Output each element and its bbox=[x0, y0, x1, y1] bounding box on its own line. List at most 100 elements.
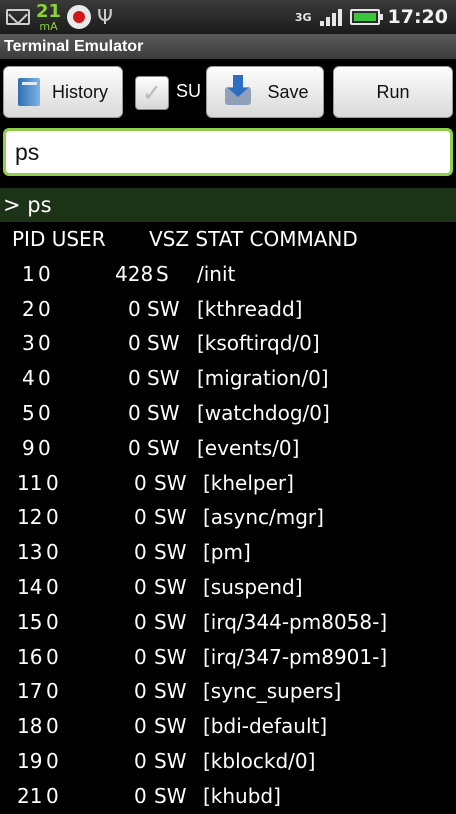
status-bar-left: 21 mA Ψ bbox=[6, 2, 113, 32]
process-stat: SW bbox=[147, 296, 180, 321]
process-vsz: 0 bbox=[128, 400, 141, 425]
terminal-output[interactable]: PID USER VSZ STAT COMMAND 1 0 428 S/init 2 0 0… bbox=[0, 222, 456, 814]
process-command: [migration/0] bbox=[197, 366, 329, 391]
output-row: 11 0 0 SW [khelper] bbox=[0, 466, 456, 501]
battery-icon bbox=[349, 9, 383, 25]
process-user: 0 bbox=[46, 644, 59, 669]
process-stat: SW bbox=[154, 783, 187, 808]
process-vsz: 428 bbox=[115, 261, 154, 286]
su-checkbox[interactable]: ✓ bbox=[135, 76, 169, 110]
charge-indicator: 21 mA bbox=[36, 0, 62, 33]
history-button[interactable]: History bbox=[3, 66, 123, 118]
process-user: 0 bbox=[46, 505, 59, 530]
title-bar: Terminal Emulator bbox=[0, 34, 456, 59]
process-pid: 9 bbox=[22, 435, 35, 460]
process-user: 0 bbox=[46, 470, 59, 495]
process-pid: 17 bbox=[17, 679, 43, 704]
process-command: [sync_supers] bbox=[203, 679, 342, 704]
output-row: 18 0 0 SW [bdi-default] bbox=[0, 709, 456, 744]
process-user: 0 bbox=[46, 540, 59, 565]
process-command: [async/mgr] bbox=[203, 505, 324, 530]
process-vsz: 0 bbox=[134, 714, 147, 739]
header-vsz-stat-command: VSZ STAT COMMAND bbox=[149, 227, 358, 251]
process-pid: 16 bbox=[17, 644, 43, 669]
process-vsz: 0 bbox=[134, 540, 147, 565]
process-stat: SW bbox=[154, 644, 187, 669]
history-button-label: History bbox=[51, 81, 108, 102]
process-command: [bdi-default] bbox=[203, 714, 328, 739]
record-icon bbox=[67, 5, 92, 29]
mail-icon bbox=[6, 9, 30, 25]
process-vsz: 0 bbox=[128, 296, 141, 321]
process-vsz: 0 bbox=[134, 574, 147, 599]
process-pid: 12 bbox=[17, 505, 43, 530]
process-stat: SW bbox=[147, 435, 180, 460]
save-button[interactable]: Save bbox=[206, 66, 324, 118]
run-button[interactable]: Run bbox=[333, 66, 453, 118]
output-row: 21 0 0 SW [khubd] bbox=[0, 779, 456, 814]
process-command: [irq/347-pm8901-] bbox=[203, 644, 388, 669]
process-vsz: 0 bbox=[134, 505, 147, 530]
process-stat: SW bbox=[154, 574, 187, 599]
process-user: 0 bbox=[46, 748, 59, 773]
process-command: [irq/344-pm8058-] bbox=[203, 609, 388, 634]
process-stat: SW bbox=[154, 714, 187, 739]
process-vsz: 0 bbox=[134, 783, 147, 808]
usb-icon: Ψ bbox=[97, 5, 113, 29]
output-row: 14 0 0 SW [suspend] bbox=[0, 570, 456, 605]
process-pid: 21 bbox=[17, 783, 43, 808]
process-vsz: 0 bbox=[134, 470, 147, 495]
process-vsz: 0 bbox=[128, 366, 141, 391]
process-stat: SW bbox=[154, 748, 187, 773]
process-stat: SW bbox=[154, 470, 187, 495]
process-command: [pm] bbox=[203, 540, 251, 565]
process-stat: SW bbox=[147, 400, 180, 425]
process-pid: 19 bbox=[17, 748, 43, 773]
process-command: [khelper] bbox=[203, 470, 294, 495]
status-bar-right: 3G 17:20 bbox=[295, 2, 448, 32]
process-user: 0 bbox=[46, 609, 59, 634]
output-row: 5 0 0 SW [watchdog/0] bbox=[0, 396, 456, 431]
process-command: [watchdog/0] bbox=[197, 400, 330, 425]
book-icon bbox=[17, 78, 40, 106]
charge-value: 21 bbox=[36, 0, 62, 22]
prompt-text: > ps bbox=[3, 193, 52, 217]
toolbar: History ✓ SU Save Run bbox=[0, 59, 456, 124]
output-row: 17 0 0 SW [sync_supers] bbox=[0, 674, 456, 709]
process-user: 0 bbox=[38, 435, 51, 460]
output-row: 12 0 0 SW [async/mgr] bbox=[0, 500, 456, 535]
process-user: 0 bbox=[46, 574, 59, 599]
process-user: 0 bbox=[38, 296, 51, 321]
process-pid: 4 bbox=[22, 366, 35, 391]
output-row: 3 0 0 SW [ksoftirqd/0] bbox=[0, 326, 456, 361]
app-title: Terminal Emulator bbox=[4, 37, 144, 55]
process-stat: SW bbox=[154, 540, 187, 565]
process-command: [ksoftirqd/0] bbox=[197, 331, 320, 356]
process-vsz: 0 bbox=[128, 331, 141, 356]
process-pid: 3 bbox=[22, 331, 35, 356]
process-pid: 11 bbox=[17, 470, 43, 495]
process-stat: SW bbox=[154, 609, 187, 634]
output-row: 2 0 0 SW [kthreadd] bbox=[0, 292, 456, 327]
process-stat: SW bbox=[154, 505, 187, 530]
output-row: 16 0 0 SW [irq/347-pm8901-] bbox=[0, 640, 456, 675]
process-user: 0 bbox=[46, 783, 59, 808]
process-command: /init bbox=[197, 261, 236, 286]
process-user: 0 bbox=[38, 400, 51, 425]
process-pid: 18 bbox=[17, 714, 43, 739]
save-button-label: Save bbox=[267, 81, 309, 102]
output-row: 4 0 0 SW [migration/0] bbox=[0, 361, 456, 396]
process-stat: S bbox=[156, 261, 169, 286]
status-bar: 21 mA Ψ 3G 17:20 bbox=[0, 0, 456, 34]
header-pid-user: PID USER bbox=[12, 227, 106, 251]
su-label: SU bbox=[176, 81, 202, 101]
process-pid: 14 bbox=[17, 574, 43, 599]
charge-unit: mA bbox=[39, 19, 58, 33]
command-input[interactable] bbox=[3, 128, 453, 176]
process-stat: SW bbox=[147, 331, 180, 356]
process-pid: 15 bbox=[17, 609, 43, 634]
process-pid: 2 bbox=[22, 296, 35, 321]
process-stat: SW bbox=[147, 366, 180, 391]
process-pid: 5 bbox=[22, 400, 35, 425]
process-user: 0 bbox=[38, 331, 51, 356]
